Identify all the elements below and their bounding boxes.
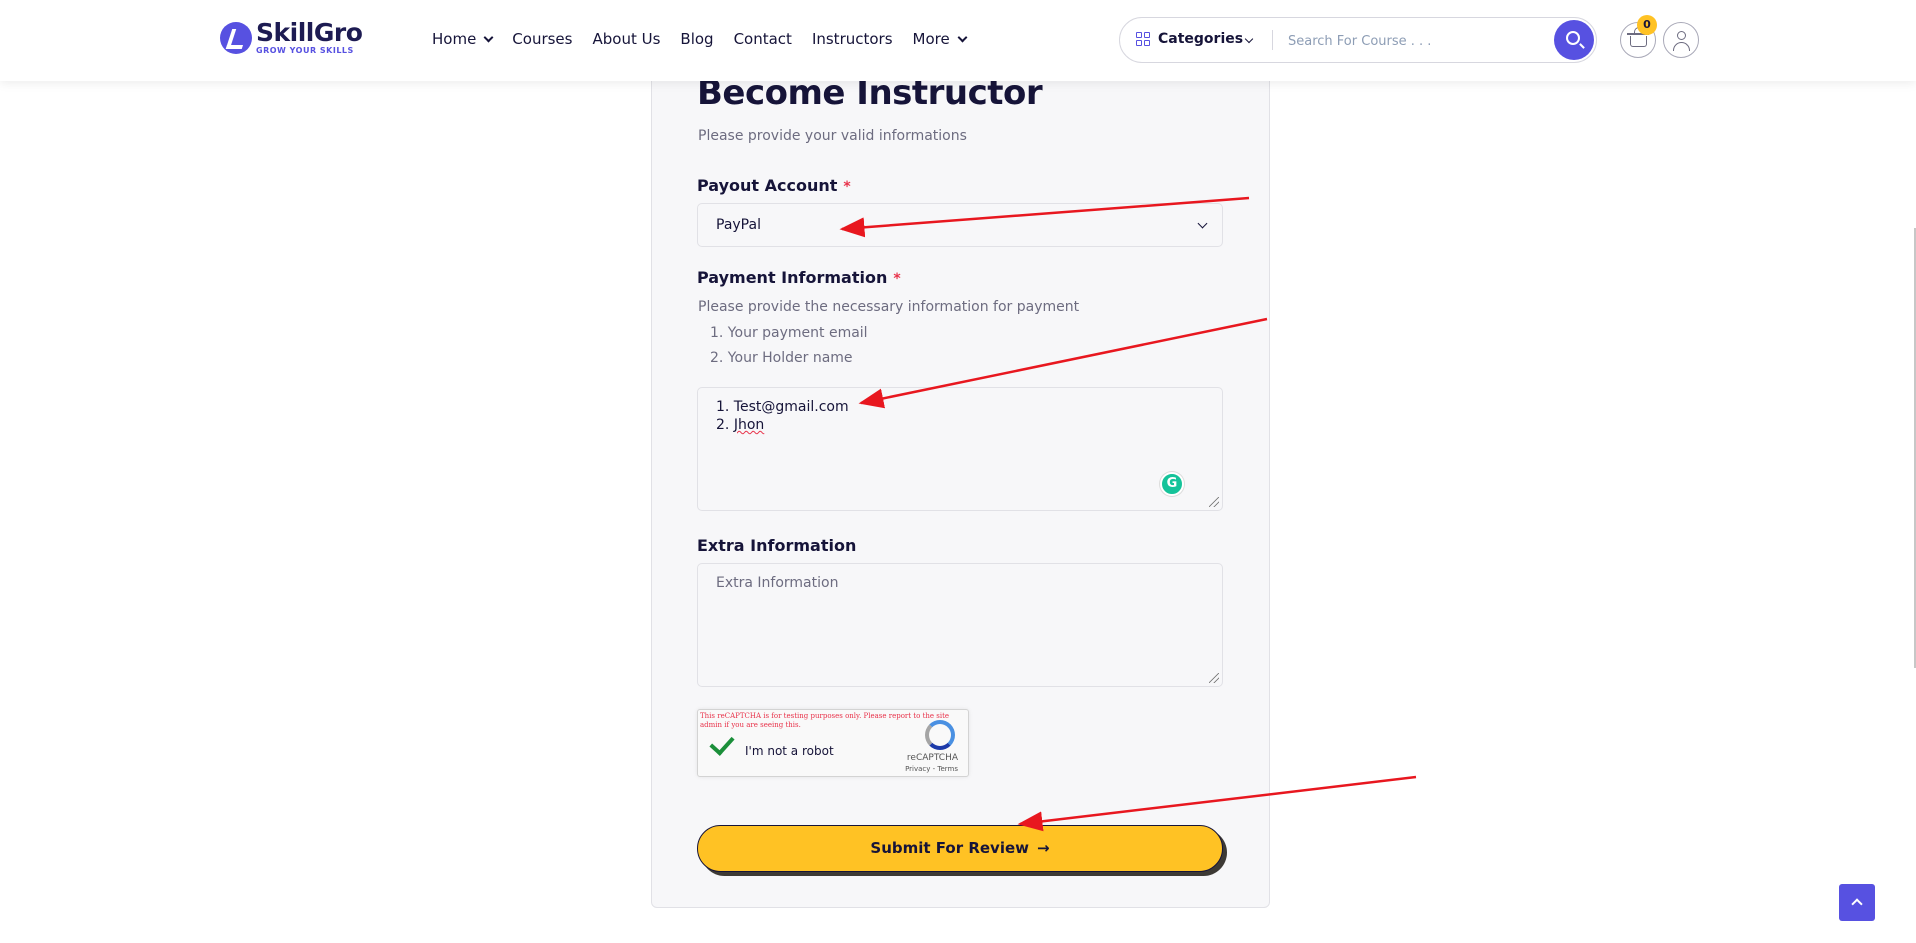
chevron-up-icon — [1851, 898, 1863, 910]
chevron-down-icon — [1197, 218, 1208, 229]
search-input[interactable] — [1288, 29, 1548, 53]
required-mark: * — [893, 271, 901, 287]
recaptcha-label: I'm not a robot — [745, 744, 834, 758]
nav-label: Instructors — [811, 30, 893, 48]
nav-item-blog[interactable]: Blog — [680, 30, 713, 48]
textarea-placeholder: Extra Information — [716, 575, 839, 591]
recaptcha-logo-icon — [925, 720, 955, 750]
chevron-down-icon — [1244, 34, 1254, 44]
nav-item-instructors[interactable]: Instructors — [812, 30, 893, 48]
nav-label: Blog — [680, 30, 714, 48]
payout-account-select[interactable]: PayPal — [697, 203, 1223, 247]
page-subtitle: Please provide your valid informations — [698, 128, 967, 144]
payout-account-label: Payout Account * — [697, 176, 851, 195]
nav-item-more[interactable]: More — [912, 30, 968, 48]
nav-label: About Us — [592, 30, 661, 48]
nav-label: Contact — [733, 30, 792, 48]
divider — [1272, 30, 1273, 50]
misspelled-word: Jhon — [733, 417, 765, 433]
button-label: Submit For Review — [870, 839, 1030, 857]
arrow-right-icon: → — [1037, 839, 1050, 857]
user-icon — [1677, 31, 1686, 40]
search-button[interactable] — [1554, 20, 1594, 60]
nav-label: Courses — [512, 30, 573, 48]
label-text: Payment Information — [697, 268, 888, 287]
resize-handle[interactable] — [1209, 497, 1219, 507]
chevron-down-icon — [957, 32, 968, 42]
user-account-button[interactable] — [1663, 22, 1699, 58]
submit-for-review-button[interactable]: Submit For Review → — [697, 825, 1223, 872]
resize-handle[interactable] — [1209, 673, 1219, 683]
selected-value: PayPal — [716, 217, 761, 233]
nav-label: Home — [432, 30, 477, 48]
nav-item-contact[interactable]: Contact — [734, 30, 792, 48]
textarea-line: 2. Jhon — [716, 416, 1204, 434]
textarea-line: 1. Test@gmail.com — [716, 399, 849, 415]
logo[interactable]: SkillGro GROW YOUR SKILLS — [220, 18, 363, 55]
checkmark-icon[interactable] — [709, 730, 735, 756]
basket-icon — [1627, 27, 1649, 47]
extra-information-textarea[interactable]: Extra Information — [697, 563, 1223, 687]
categories-label: Categories — [1158, 31, 1244, 47]
logo-tagline: GROW YOUR SKILLS — [256, 46, 354, 55]
categories-dropdown[interactable]: Categories — [1136, 31, 1243, 47]
grammarly-icon[interactable]: G — [1160, 472, 1184, 496]
nav-item-about[interactable]: About Us — [592, 30, 660, 48]
logo-icon — [220, 21, 252, 54]
chevron-down-icon — [483, 32, 494, 42]
label-text: Payout Account — [697, 176, 838, 195]
payment-information-textarea[interactable]: 1. Test@gmail.com 2. Jhon G — [697, 387, 1223, 511]
nav-item-courses[interactable]: Courses — [512, 30, 572, 48]
cart-count-badge: 0 — [1637, 15, 1657, 35]
search-icon — [1566, 31, 1580, 45]
main-nav: Home Courses About Us Blog Contact Instr… — [432, 30, 986, 48]
payment-information-label: Payment Information * — [697, 268, 901, 287]
scroll-to-top-button[interactable] — [1839, 884, 1875, 921]
site-header: SkillGro GROW YOUR SKILLS Home Courses A… — [0, 0, 1916, 81]
recaptcha-brand: reCAPTCHA — [906, 753, 958, 763]
nav-item-home[interactable]: Home — [432, 30, 494, 48]
required-mark: * — [843, 179, 851, 195]
payment-help-item: 1. Your payment email — [710, 325, 868, 341]
recaptcha-widget: This reCAPTCHA is for testing purposes o… — [697, 709, 969, 777]
logo-name: SkillGro — [256, 18, 363, 47]
extra-information-label: Extra Information — [697, 536, 857, 555]
payment-help-item: 2. Your Holder name — [710, 350, 853, 366]
line-prefix: 2. — [716, 417, 734, 433]
nav-label: More — [912, 30, 950, 48]
payment-help-text: Please provide the necessary information… — [698, 299, 1080, 315]
user-icon-body — [1673, 42, 1690, 51]
search-bar: Categories — [1119, 17, 1597, 63]
grid-icon — [1136, 32, 1150, 46]
recaptcha-links[interactable]: Privacy - Terms — [905, 765, 958, 773]
